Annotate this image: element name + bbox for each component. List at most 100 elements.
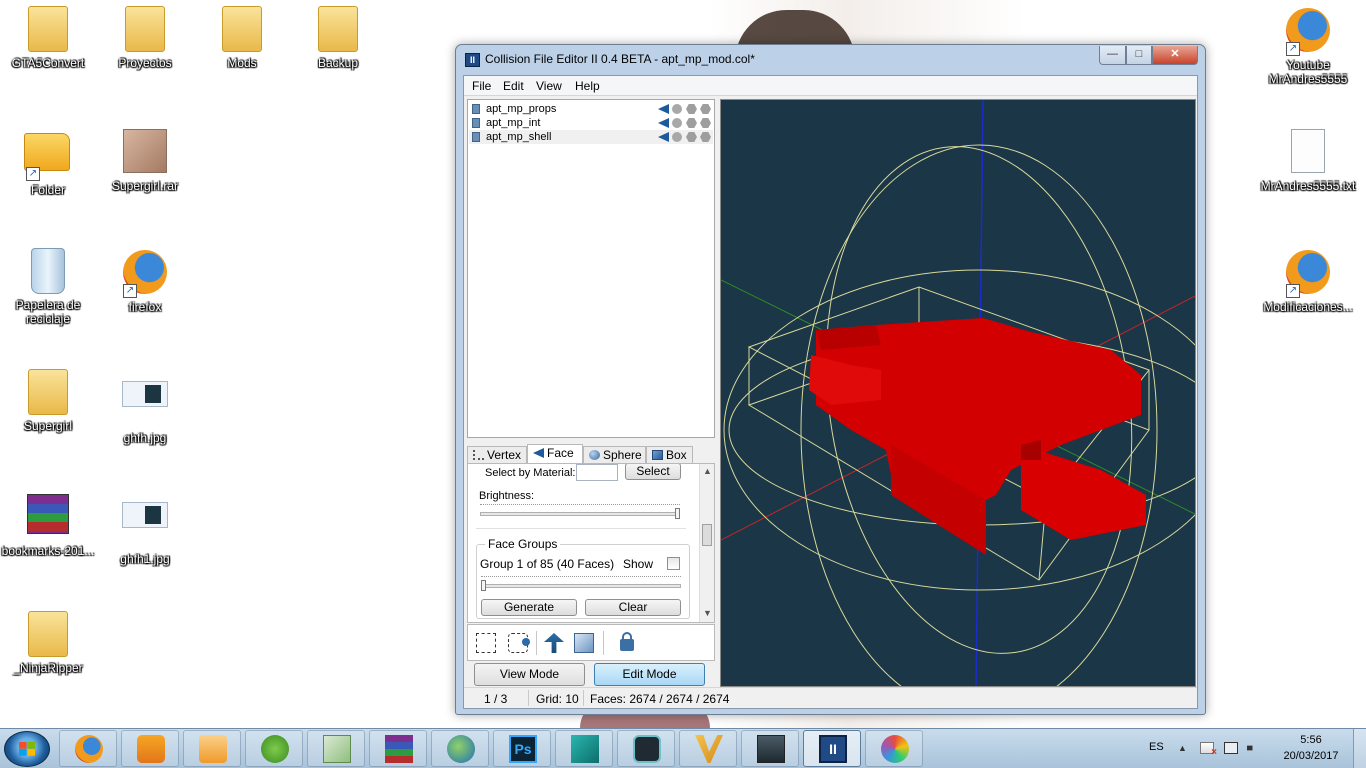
hierarchy-select-icon[interactable] (544, 633, 564, 653)
taskbar-idm[interactable] (431, 730, 489, 767)
sphere-visibility-icon[interactable] (686, 132, 697, 142)
object-visibility-toggles[interactable] (658, 132, 712, 143)
box-visibility-icon[interactable] (700, 118, 711, 128)
vertex-icon (473, 450, 484, 460)
menu-edit[interactable]: Edit (503, 79, 524, 93)
vertex-visibility-icon[interactable] (672, 118, 682, 128)
show-checkbox[interactable] (667, 557, 680, 570)
title-bar[interactable]: II Collision File Editor II 0.4 BETA - a… (456, 45, 1205, 73)
slider-thumb[interactable] (481, 580, 486, 591)
taskbar-photoshop[interactable]: Ps (493, 730, 551, 767)
network-icon[interactable] (1224, 742, 1238, 754)
taskbar-clover[interactable] (245, 730, 303, 767)
sphere-visibility-icon[interactable] (686, 104, 697, 114)
lock-icon[interactable] (620, 632, 634, 651)
slider-thumb[interactable] (675, 508, 680, 519)
object-row-apt-mp-props[interactable]: apt_mp_props (469, 102, 713, 116)
desktop-icon-supergirl[interactable]: Supergirl (0, 369, 96, 433)
action-center-flag-icon[interactable] (1200, 742, 1217, 758)
desktop-icon-recycle-bin[interactable]: Papelera de reciclaje (0, 248, 96, 326)
lasso-select-icon[interactable] (508, 633, 530, 653)
box-visibility-icon[interactable] (700, 132, 711, 142)
show-desktop-button[interactable] (1353, 729, 1366, 768)
select-button[interactable]: Select (625, 464, 681, 480)
taskbar-v-app[interactable] (679, 730, 737, 767)
close-button[interactable]: ✕ (1152, 46, 1198, 65)
tab-box[interactable]: Box (646, 446, 693, 464)
language-indicator[interactable]: ES (1149, 741, 1164, 753)
group-info: Group 1 of 85 (40 Faces) (480, 557, 615, 571)
menu-file[interactable]: File (472, 79, 491, 93)
3d-viewport[interactable] (720, 99, 1196, 687)
tab-sphere[interactable]: Sphere (583, 446, 646, 464)
brightness-slider[interactable] (480, 504, 680, 519)
menu-view[interactable]: View (536, 79, 562, 93)
taskbar-collision-file-editor[interactable]: II (803, 730, 861, 767)
scroll-up-icon[interactable]: ▲ (703, 466, 712, 476)
sphere-visibility-icon[interactable] (686, 118, 697, 128)
photoshop-icon: Ps (509, 735, 537, 763)
desktop-icon-youtube[interactable]: ↗ Youtube MrAndres5555 (1260, 6, 1356, 86)
desktop-icon-modificaciones[interactable]: ↗ Modificaciones... (1260, 248, 1356, 314)
object-list[interactable]: apt_mp_props apt_mp_int apt_mp_shell (467, 99, 715, 438)
vertex-visibility-icon[interactable] (672, 104, 682, 114)
object-visibility-toggles[interactable] (658, 104, 712, 115)
scrollbar-thumb[interactable] (702, 524, 712, 546)
folder-icon (24, 6, 72, 54)
taskbar-sfx[interactable] (617, 730, 675, 767)
desktop-icon-supergirl-rar[interactable]: Supergirl.rar (97, 127, 193, 193)
collision-object-icon (472, 132, 480, 142)
sphere-icon (589, 450, 600, 460)
taskbar-media-player[interactable] (183, 730, 241, 767)
minimize-button[interactable]: — (1099, 46, 1126, 65)
material-input[interactable] (576, 464, 618, 481)
desktop-icon-mods[interactable]: Mods (194, 6, 290, 70)
desktop-icon-proyectos[interactable]: Proyectos (97, 6, 193, 70)
box-visibility-icon[interactable] (700, 104, 711, 114)
status-grid: Grid: 10 (536, 692, 579, 706)
taskbar-monitor[interactable] (741, 730, 799, 767)
edit-mode-button[interactable]: Edit Mode (594, 663, 705, 686)
menu-help[interactable]: Help (575, 79, 600, 93)
desktop-icon-ghfh-jpg[interactable]: ghfh.jpg (97, 369, 193, 445)
face-visibility-icon[interactable] (658, 132, 669, 142)
desktop-icon-backup[interactable]: Backup (290, 6, 386, 70)
taskbar-uc-browser[interactable] (121, 730, 179, 767)
desktop-icon-firefox[interactable]: ↗ firefox (97, 248, 193, 314)
start-button[interactable] (4, 731, 50, 767)
rectangle-select-icon[interactable] (476, 633, 496, 653)
view-mode-button[interactable]: View Mode (474, 663, 585, 686)
desktop-icon-ghfh1-jpg[interactable]: ghfh1.jpg (97, 490, 193, 566)
tray-expand-icon[interactable]: ▲ (1178, 743, 1187, 753)
vertex-visibility-icon[interactable] (672, 132, 682, 142)
taskbar-paint[interactable] (865, 730, 923, 767)
generate-button[interactable]: Generate (481, 599, 577, 616)
scroll-down-icon[interactable]: ▼ (703, 608, 712, 618)
desktop-icon-gta5convert[interactable]: GTA5Convert (0, 6, 96, 70)
taskbar-notepad[interactable] (307, 730, 365, 767)
volume-icon[interactable] (1247, 742, 1259, 754)
panel-scrollbar[interactable]: ▲ ▼ (699, 464, 714, 622)
group-slider[interactable] (481, 576, 681, 591)
app-icon[interactable]: II (465, 53, 480, 67)
taskbar-firefox[interactable] (59, 730, 117, 767)
face-visibility-icon[interactable] (658, 118, 669, 128)
taskbar-3ds-max[interactable] (555, 730, 613, 767)
object-row-apt-mp-int[interactable]: apt_mp_int (469, 116, 713, 130)
desktop-icon-ninjaripper[interactable]: _NinjaRipper (0, 611, 96, 675)
clear-button[interactable]: Clear (585, 599, 681, 616)
tab-vertex[interactable]: Vertex (467, 446, 527, 464)
desktop-icon-mrandres-txt[interactable]: MrAndres5555.txt (1260, 127, 1356, 193)
maximize-button[interactable]: □ (1126, 46, 1152, 65)
material-select-icon[interactable] (574, 633, 594, 653)
tab-face[interactable]: Face (527, 444, 583, 464)
desktop-icon-folder[interactable]: ↗ Folder (0, 127, 96, 197)
clock-date[interactable]: 20/03/2017 (1280, 750, 1342, 762)
face-visibility-icon[interactable] (658, 104, 669, 114)
toolbar-separator (603, 631, 604, 655)
taskbar-winrar[interactable] (369, 730, 427, 767)
desktop-icon-bookmarks[interactable]: bookmarks-201... (0, 490, 96, 558)
object-visibility-toggles[interactable] (658, 118, 712, 129)
object-row-apt-mp-shell[interactable]: apt_mp_shell (469, 130, 713, 144)
clock-time[interactable]: 5:56 (1280, 734, 1342, 746)
